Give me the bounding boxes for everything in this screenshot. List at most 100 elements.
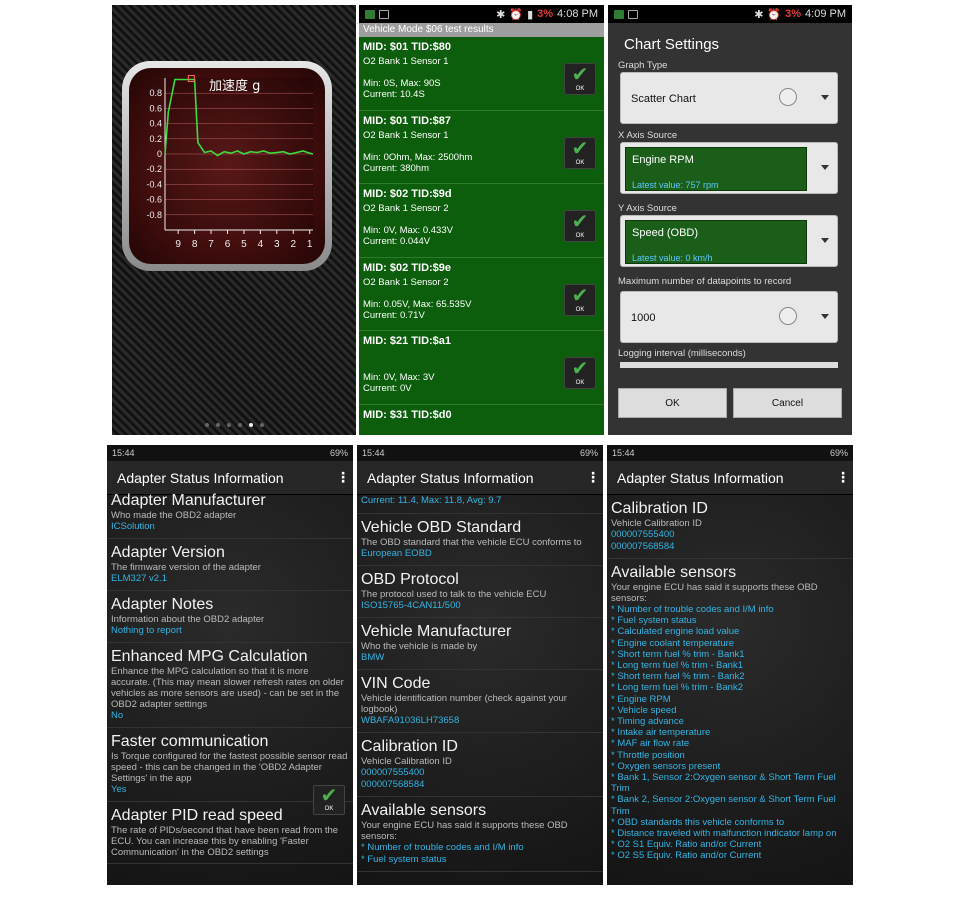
sensor-item: * Oxygen sensors present bbox=[611, 760, 721, 772]
item-heading: Enhanced MPG Calculation bbox=[111, 648, 308, 665]
info-list[interactable]: Current: 11.4, Max: 11.8, Avg: 9.7 Vehic… bbox=[357, 495, 603, 885]
list-item[interactable]: Calibration ID Vehicle Calibration ID 000… bbox=[357, 733, 603, 797]
y-axis-select[interactable]: Speed (OBD) Latest value: 0 km/h bbox=[620, 215, 838, 267]
status-time: 15:44 bbox=[112, 448, 135, 458]
list-item[interactable]: Vehicle OBD Standard The OBD standard th… bbox=[357, 514, 603, 566]
item-heading: Calibration ID bbox=[361, 738, 458, 755]
overflow-menu-icon[interactable]: ⋮ bbox=[583, 469, 603, 486]
battery-level: 3% bbox=[537, 8, 554, 20]
list-item[interactable]: Adapter Version The firmware version of … bbox=[107, 539, 353, 591]
y-tick-label: -0.2 bbox=[146, 164, 162, 174]
list-item[interactable]: Enhanced MPG Calculation Enhance the MPG… bbox=[107, 643, 353, 728]
list-item[interactable]: Vehicle Manufacturer Who the vehicle is … bbox=[357, 618, 603, 670]
list-item[interactable]: Available sensors Your engine ECU has sa… bbox=[357, 797, 603, 872]
test-result[interactable]: MID: $21 TID:$a1 Min: 0V, Max: 3V Current… bbox=[359, 331, 604, 405]
max-datapoints-select[interactable]: 1000 bbox=[620, 291, 838, 343]
adapter-status-screen-2: 15:44 69% Adapter Status Information ⋮ C… bbox=[357, 445, 603, 885]
status-bar: ✱ ⏰ 3% 4:09 PM bbox=[608, 5, 852, 23]
test-result[interactable]: MID: $02 TID:$9d O2 Bank 1 Sensor 2 Min:… bbox=[359, 184, 604, 258]
y-tick-label: 0.6 bbox=[149, 103, 162, 113]
item-heading: Available sensors bbox=[611, 564, 737, 581]
x-axis-select[interactable]: Engine RPM Latest value: 757 rpm bbox=[620, 142, 838, 194]
result-range: Min: 0.05V, Max: 65.535V bbox=[363, 298, 472, 310]
item-description: Enhance the MPG calculation so that it i… bbox=[111, 666, 344, 710]
logging-interval-field[interactable] bbox=[620, 362, 838, 368]
result-current: Current: 10.4S bbox=[363, 89, 425, 100]
x-axis-value: Engine RPM bbox=[632, 154, 694, 166]
sensor-item: * Fuel system status bbox=[611, 615, 697, 627]
sensor-item: * Long term fuel % trim - Bank1 bbox=[611, 660, 743, 672]
x-tick-label: 1 bbox=[307, 239, 313, 250]
list-item[interactable]: Adapter Manufacturer Who made the OBD2 a… bbox=[107, 487, 353, 539]
sensor-item: * Engine RPM bbox=[611, 693, 671, 705]
y-tick-label: -0.8 bbox=[146, 210, 162, 220]
result-title: MID: $21 TID:$a1 bbox=[363, 335, 452, 347]
page-dot bbox=[259, 423, 264, 427]
ok-button[interactable]: OK bbox=[618, 388, 727, 418]
sensor-item: * Short term fuel % trim - Bank1 bbox=[611, 648, 745, 660]
sensor-item: * Short term fuel % trim - Bank2 bbox=[611, 671, 745, 683]
max-datapoints-value: 1000 bbox=[631, 312, 656, 324]
cancel-button[interactable]: Cancel bbox=[733, 388, 842, 418]
overflow-menu-icon[interactable]: ⋮ bbox=[333, 469, 353, 486]
x-tick-label: 7 bbox=[208, 239, 214, 250]
chart-settings-screen: ✱ ⏰ 3% 4:09 PM Chart Settings Graph Type… bbox=[608, 5, 852, 435]
ok-check-icon: ✔ OK bbox=[564, 63, 596, 95]
accel-gauge: 0.8 0.6 0.4 0.2 0 -0.2 -0.4 -0.6 -0.8 9 8 7 6 5 4 3 2 1 加速… bbox=[122, 61, 332, 271]
item-description: Vehicle identification number (check aga… bbox=[361, 693, 567, 715]
app-bar: Adapter Status Information ⋮ bbox=[607, 461, 853, 495]
item-heading: Vehicle Manufacturer bbox=[361, 623, 512, 640]
item-value: * Number of trouble codes and I/M info bbox=[361, 842, 524, 853]
sensor-item: * Intake air temperature bbox=[611, 727, 711, 739]
test-result[interactable]: MID: $01 TID:$87 O2 Bank 1 Sensor 1 Min:… bbox=[359, 111, 604, 184]
item-description: Vehicle Calibration ID bbox=[361, 756, 452, 767]
results-header: Vehicle Mode $06 test results bbox=[359, 23, 604, 37]
x-tick-label: 8 bbox=[192, 239, 198, 250]
dropdown-arrow-icon bbox=[821, 95, 829, 100]
result-title: MID: $01 TID:$80 bbox=[363, 41, 452, 53]
signal-icon: ▮ bbox=[527, 8, 534, 21]
list-item[interactable]: Calibration ID Vehicle Calibration ID 00… bbox=[607, 495, 853, 559]
page-title: Adapter Status Information bbox=[617, 469, 784, 486]
item-description: Is Torque configured for the fastest pos… bbox=[111, 751, 348, 784]
sensor-item: * O2 S5 Equiv. Ratio and/or Current bbox=[611, 850, 762, 862]
status-time: 4:09 PM bbox=[805, 8, 846, 20]
page-title: Adapter Status Information bbox=[367, 469, 534, 486]
info-list[interactable]: Adapter Manufacturer Who made the OBD2 a… bbox=[107, 487, 353, 877]
status-bar: ✱ ⏰ ▮ 3% 4:08 PM bbox=[359, 5, 604, 23]
result-range: Min: 0Ohm, Max: 2500hm bbox=[363, 151, 473, 163]
item-description: Vehicle Calibration ID bbox=[611, 518, 702, 529]
alarm-icon: ⏰ bbox=[509, 8, 524, 21]
app-bar: Adapter Status Information ⋮ bbox=[357, 461, 603, 495]
page-dot bbox=[248, 423, 253, 427]
ok-check-icon: ✔ OK bbox=[564, 357, 596, 389]
graph-type-select[interactable]: Scatter Chart bbox=[620, 72, 838, 124]
overflow-menu-icon[interactable]: ⋮ bbox=[833, 469, 853, 486]
y-tick-label: 0.4 bbox=[149, 119, 162, 129]
info-list[interactable]: Calibration ID Vehicle Calibration ID 00… bbox=[607, 495, 853, 885]
list-item[interactable]: VIN Code Vehicle identification number (… bbox=[357, 670, 603, 733]
test-result[interactable]: MID: $02 TID:$9e O2 Bank 1 Sensor 2 Min:… bbox=[359, 258, 604, 331]
result-current: Current: 0.044V bbox=[363, 236, 431, 247]
test-result[interactable]: MID: $01 TID:$80 O2 Bank 1 Sensor 1 Min:… bbox=[359, 37, 604, 111]
item-value: * Fuel system status bbox=[361, 854, 447, 865]
partial-value: Current: 11.4, Max: 11.8, Avg: 9.7 bbox=[361, 495, 502, 506]
result-title: MID: $02 TID:$9d bbox=[363, 188, 452, 200]
ok-label: OK bbox=[575, 306, 585, 313]
bluetooth-icon: ✱ bbox=[496, 8, 506, 21]
graph-type-label: Graph Type bbox=[618, 60, 668, 71]
page-title: Adapter Status Information bbox=[117, 469, 284, 486]
ok-check-icon: ✔ OK bbox=[564, 136, 596, 169]
sensor-item: * Calculated engine load value bbox=[611, 626, 740, 638]
y-tick-label: 0.8 bbox=[149, 88, 162, 98]
app-notification-icon bbox=[614, 9, 624, 19]
radio-icon bbox=[779, 88, 797, 106]
accel-chart: 0.8 0.6 0.4 0.2 0 -0.2 -0.4 -0.6 -0.8 9 8 7 6 5 4 3 2 1 加速… bbox=[146, 75, 314, 250]
list-item[interactable]: Adapter Notes Information about the OBD2… bbox=[107, 591, 353, 643]
item-heading: OBD Protocol bbox=[361, 571, 459, 588]
results-list[interactable]: MID: $01 TID:$80 O2 Bank 1 Sensor 1 Min:… bbox=[359, 37, 604, 435]
radio-icon bbox=[779, 307, 797, 325]
test-result[interactable]: MID: $31 TID:$d0 bbox=[359, 405, 604, 435]
list-item[interactable]: OBD Protocol The protocol used to talk t… bbox=[357, 566, 603, 618]
list-item[interactable]: Available sensors Your engine ECU has sa… bbox=[607, 559, 853, 867]
